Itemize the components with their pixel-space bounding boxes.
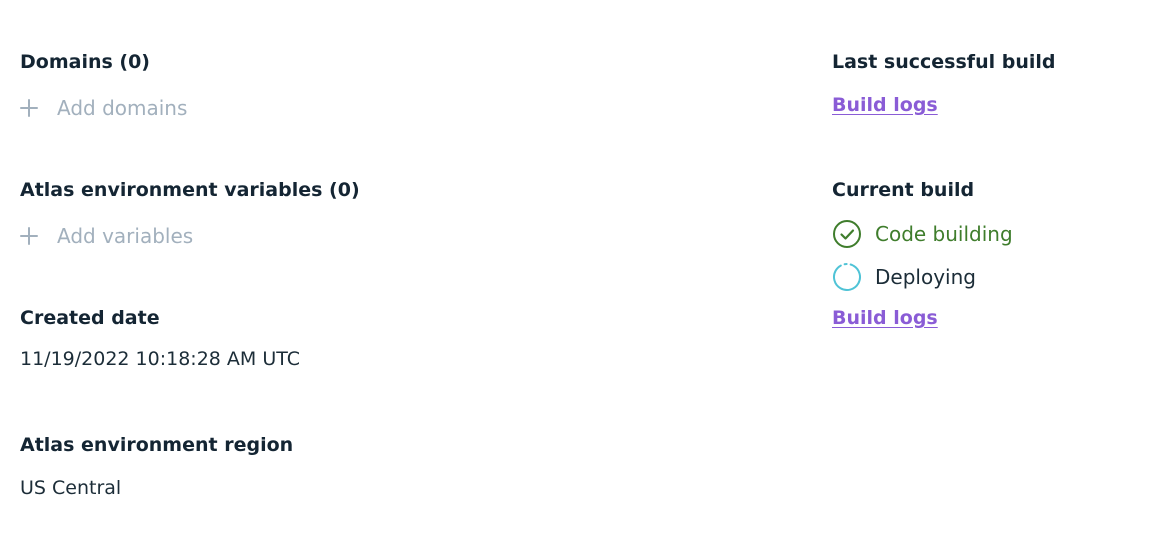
build-step-label: Deploying [875,265,976,289]
add-domains-button[interactable]: Add domains [20,96,187,120]
last-build-logs-link[interactable]: Build logs [832,93,938,117]
region-value: US Central [20,477,122,499]
environment-details-panel: Domains (0) Add domains Atlas environmen… [0,0,1150,538]
created-date-heading: Created date [20,307,160,329]
created-date-value: 11/19/2022 10:18:28 AM UTC [20,348,301,370]
add-variables-button[interactable]: Add variables [20,224,193,248]
last-successful-build-heading: Last successful build [832,51,1056,73]
spinner-icon [832,262,862,292]
region-heading: Atlas environment region [20,434,294,456]
check-circle-icon [832,219,862,249]
build-step-code-building: Code building [832,219,1013,249]
domains-heading: Domains (0) [20,51,150,73]
add-variables-label: Add variables [57,224,194,248]
plus-icon [20,224,46,248]
add-domains-label: Add domains [57,96,188,120]
current-build-heading: Current build [832,179,975,201]
current-build-logs-link[interactable]: Build logs [832,306,938,330]
plus-icon [20,96,46,120]
build-step-deploying: Deploying [832,262,976,292]
build-step-label: Code building [875,222,1013,246]
env-variables-heading: Atlas environment variables (0) [20,179,360,201]
